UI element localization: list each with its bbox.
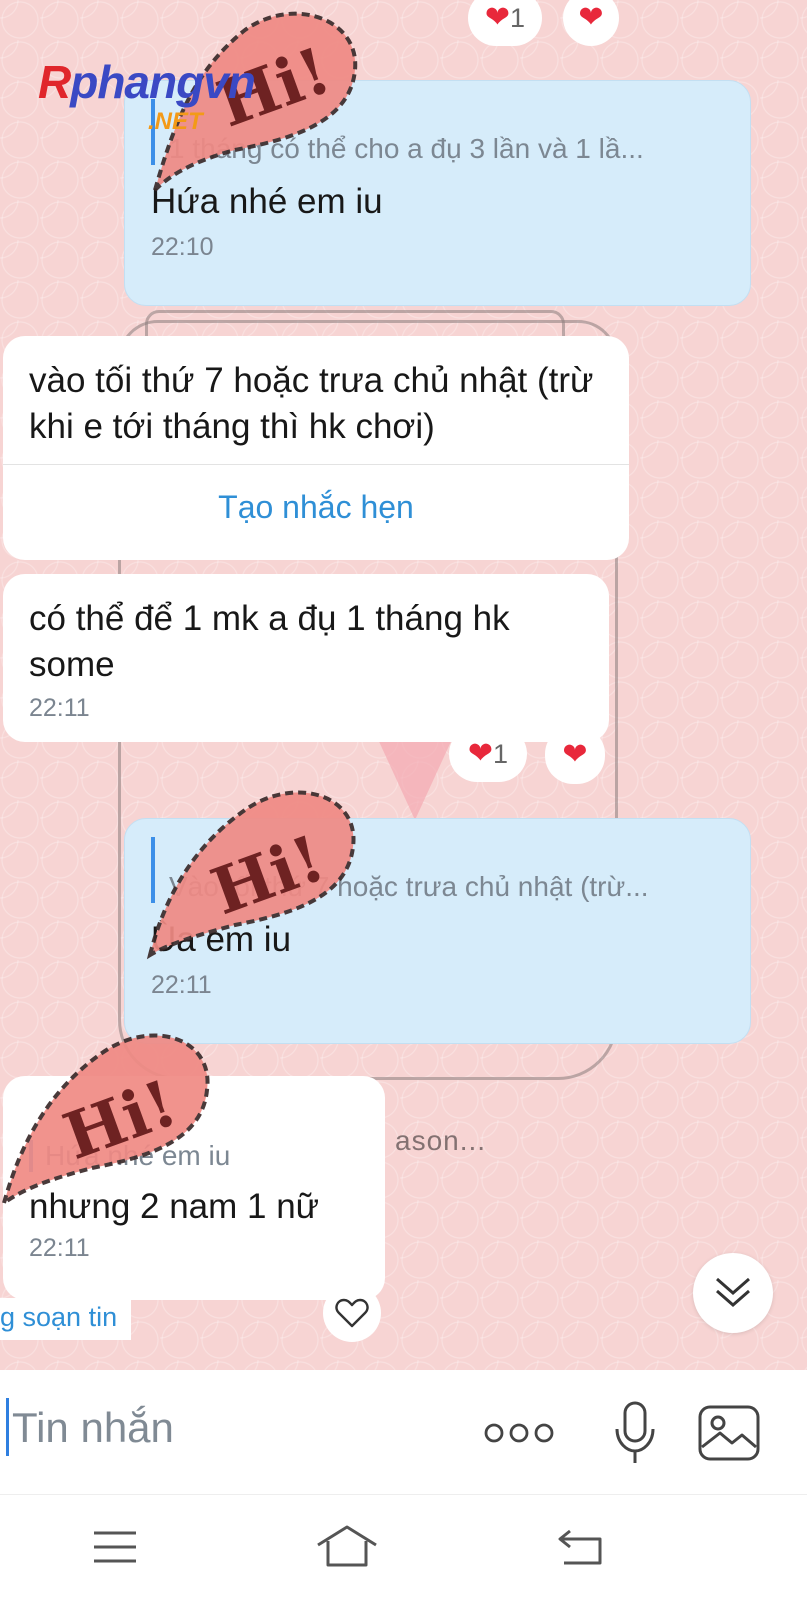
home-icon: [317, 1525, 377, 1567]
react-heart-button[interactable]: ❤: [563, 0, 619, 46]
heart-icon: ❤: [578, 1, 604, 34]
home-button[interactable]: [312, 1517, 382, 1577]
system-navigation-bar: [0, 1494, 807, 1600]
message-composer: [0, 1370, 807, 1494]
reaction-count: 1: [510, 2, 526, 33]
reaction-badge[interactable]: ❤ 1: [449, 726, 527, 782]
image-button[interactable]: [694, 1398, 764, 1468]
chat-area[interactable]: ason... ❤ 1 ❤ 1 tháng có thể cho a đụ 3 …: [0, 0, 807, 1370]
menu-button[interactable]: [80, 1517, 150, 1577]
image-icon: [698, 1405, 760, 1461]
hi-sticker-watermark: Hi!: [146, 790, 356, 960]
background-text: ason...: [395, 1125, 487, 1156]
more-button[interactable]: [484, 1398, 554, 1468]
message-time: 22:10: [151, 233, 214, 261]
message-bubble-received[interactable]: có thể để 1 mk a đụ 1 tháng hk some 22:1…: [3, 574, 609, 742]
back-icon: [558, 1529, 602, 1565]
like-button[interactable]: [323, 1284, 381, 1342]
microphone-icon: [615, 1401, 655, 1463]
reaction-count: 1: [493, 738, 509, 769]
heart-outline-icon: [335, 1298, 369, 1328]
menu-icon: [94, 1531, 136, 1563]
heart-icon: ❤: [467, 737, 494, 770]
message-text: vào tối thứ 7 hoặc trưa chủ nhật (trừ kh…: [29, 361, 594, 446]
message-time: 22:11: [29, 694, 90, 722]
watermark-logo-net: .NET: [148, 108, 203, 135]
heart-icon: ❤: [562, 738, 588, 771]
reaction-badge[interactable]: ❤ 1: [468, 0, 542, 46]
watermark-logo: Rphangvn: [38, 56, 256, 108]
message-input[interactable]: [12, 1396, 452, 1460]
message-bubble-received[interactable]: vào tối thứ 7 hoặc trưa chủ nhật (trừ kh…: [3, 336, 629, 560]
heart-icon: ❤: [484, 1, 511, 34]
scroll-to-bottom-button[interactable]: [693, 1253, 773, 1333]
message-time: 22:11: [29, 1234, 90, 1262]
react-heart-button[interactable]: ❤: [545, 726, 605, 784]
voice-button[interactable]: [600, 1398, 670, 1468]
message-text: có thể để 1 mk a đụ 1 tháng hk some: [29, 599, 510, 684]
double-chevron-down-icon: [716, 1277, 750, 1307]
back-button[interactable]: [546, 1517, 616, 1577]
typing-status: g soạn tin: [0, 1298, 132, 1340]
more-dots-icon: [484, 1423, 554, 1443]
hi-sticker-watermark: Hi!: [0, 1033, 210, 1209]
text-cursor: [6, 1398, 9, 1456]
create-reminder-button[interactable]: Tạo nhắc hẹn: [29, 465, 603, 526]
